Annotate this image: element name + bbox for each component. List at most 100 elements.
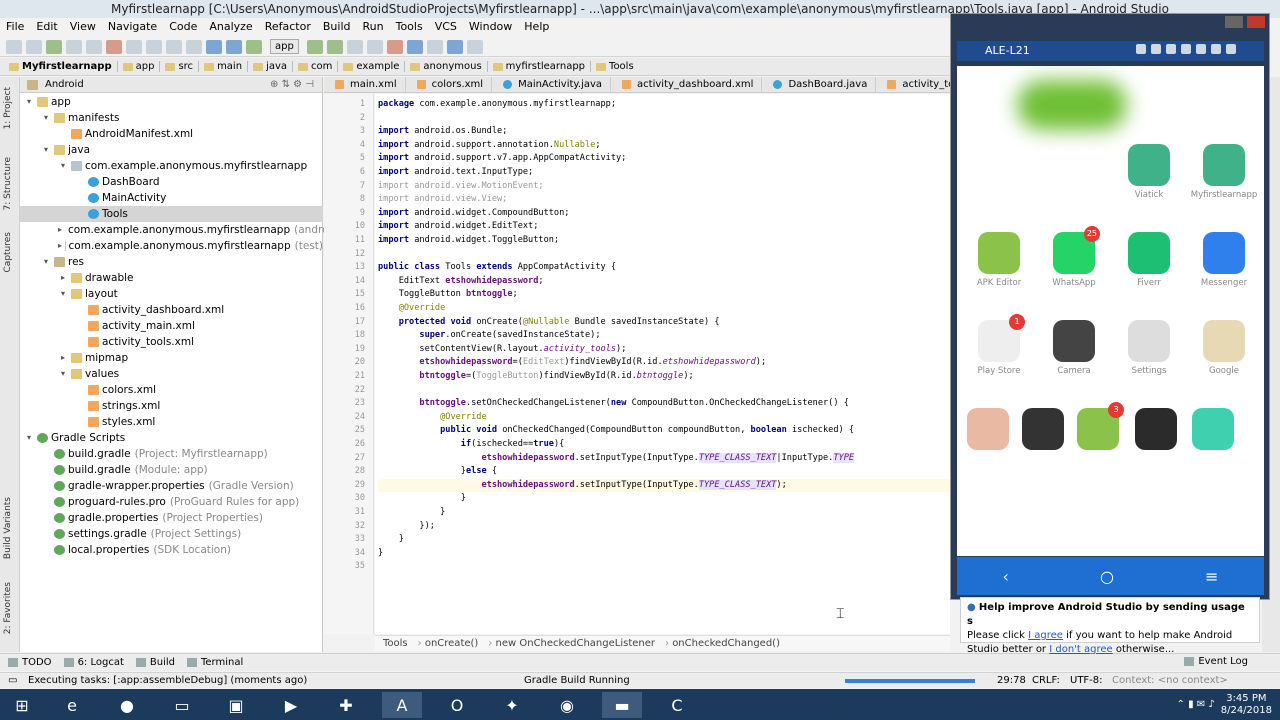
expand-arrow-icon[interactable]: ▾: [41, 142, 51, 158]
editor-tab[interactable]: activity_too: [876, 77, 950, 92]
menu-refactor[interactable]: Refactor: [259, 18, 317, 36]
clock[interactable]: 3:45 PM 8/24/2018: [1221, 693, 1272, 717]
breadcrumb-item[interactable]: src: [159, 61, 198, 72]
breadcrumb-item[interactable]: Myfirstlearnapp: [4, 61, 117, 72]
profile-icon[interactable]: [346, 39, 363, 54]
store-icon[interactable]: ▣: [216, 692, 256, 718]
breadcrumb-item[interactable]: myfirstlearnapp: [486, 61, 590, 72]
camtasia-icon[interactable]: C: [657, 692, 697, 718]
media-icon[interactable]: ▶: [271, 692, 311, 718]
breadcrumb-item[interactable]: app: [116, 61, 160, 72]
app-icon-11[interactable]: [1020, 408, 1066, 454]
code-line[interactable]: package com.example.anonymous.myfirstlea…: [378, 98, 616, 112]
code-editor[interactable]: package com.example.anonymous.myfirstlea…: [375, 94, 950, 634]
tree-node[interactable]: ▾ values: [20, 366, 323, 382]
sync-icon[interactable]: [46, 39, 62, 54]
forward-icon[interactable]: [226, 39, 242, 54]
expand-arrow-icon[interactable]: ▸: [58, 270, 68, 286]
code-line[interactable]: }else {: [378, 465, 497, 479]
volume-down-icon[interactable]: [1181, 44, 1191, 54]
tree-node[interactable]: ▾ Gradle Scripts: [20, 430, 323, 446]
app-camera[interactable]: Camera: [1040, 320, 1108, 376]
tree-node[interactable]: build.gradle (Module: app): [20, 462, 323, 478]
terminal-tab[interactable]: Terminal: [187, 657, 243, 668]
settings-icon[interactable]: [1136, 44, 1146, 54]
code-line[interactable]: ToggleButton btntoggle;: [378, 288, 518, 302]
tree-node[interactable]: ▸ com.example.anonymous.myfirstlearnapp (t…: [20, 238, 323, 254]
phone-screen[interactable]: Viatick Myfirstlearnapp APK Editor 25 WhatsA…: [957, 66, 1264, 556]
find-icon[interactable]: [166, 39, 182, 54]
caret-position[interactable]: 29:78: [997, 673, 1026, 689]
breadcrumb-item[interactable]: anonymous: [404, 61, 486, 72]
tree-node[interactable]: MainActivity: [20, 190, 323, 206]
expand-arrow-icon[interactable]: ▾: [24, 430, 34, 446]
phone-back-icon[interactable]: ‹: [1003, 567, 1009, 586]
tree-node[interactable]: settings.gradle (Project Settings): [20, 526, 323, 542]
menu-file[interactable]: File: [0, 18, 30, 36]
code-line[interactable]: super.onCreate(savedInstanceState);: [378, 329, 600, 343]
code-line[interactable]: }: [378, 506, 445, 520]
breadcrumb-item[interactable]: com: [292, 61, 337, 72]
code-breadcrumb-item[interactable]: new OnCheckedChangeListener: [488, 638, 655, 649]
tool-icon[interactable]: ✦: [492, 692, 532, 718]
code-line[interactable]: import android.os.Bundle;: [378, 125, 507, 139]
event-log-tab[interactable]: Event Log: [1184, 656, 1248, 667]
breadcrumb-item[interactable]: Tools: [590, 61, 639, 72]
app-fiverr[interactable]: Fiverr: [1115, 232, 1183, 288]
power-icon[interactable]: [1226, 44, 1236, 54]
code-line[interactable]: import android.support.v7.app.AppCompatA…: [378, 152, 626, 166]
code-line[interactable]: etshowhidepassword.setInputType(InputTyp…: [378, 478, 950, 493]
app-icon-14[interactable]: [1190, 408, 1236, 454]
structure-tab[interactable]: 7: Structure: [3, 157, 13, 211]
replace-icon[interactable]: [186, 39, 202, 54]
minimize-icon[interactable]: [1225, 16, 1243, 28]
project-view-select[interactable]: Android: [45, 79, 84, 90]
menu-window[interactable]: Window: [463, 18, 518, 36]
expand-arrow-icon[interactable]: ▸: [58, 350, 68, 366]
menu-tools[interactable]: Tools: [390, 18, 429, 36]
expand-arrow-icon[interactable]: ▸: [58, 222, 62, 238]
menu-view[interactable]: View: [64, 18, 102, 36]
tree-node[interactable]: ▸ drawable: [20, 270, 323, 286]
app-icon[interactable]: ✚: [326, 692, 366, 718]
back-icon[interactable]: [206, 39, 222, 54]
project-tab[interactable]: 1: Project: [3, 87, 13, 129]
app-icon-10[interactable]: [965, 408, 1011, 454]
cut-icon[interactable]: [106, 39, 122, 54]
run-config-select[interactable]: app: [270, 39, 299, 54]
sdk-manager-icon[interactable]: [446, 39, 463, 54]
status-icon[interactable]: ▭: [8, 673, 17, 689]
help-icon[interactable]: [466, 39, 483, 54]
code-line[interactable]: @Override: [378, 411, 487, 425]
code-line[interactable]: etshowhidepassword=(EditText)findViewByI…: [378, 356, 766, 370]
line-separator[interactable]: CRLF:: [1032, 673, 1060, 689]
start-icon[interactable]: ⊞: [2, 692, 42, 718]
code-line[interactable]: btntoggle.setOnCheckedChangeListener(new…: [378, 397, 848, 411]
tree-node[interactable]: local.properties (SDK Location): [20, 542, 323, 558]
phone-menu-icon[interactable]: ≡: [1205, 567, 1218, 586]
phone-home-icon[interactable]: ○: [1100, 567, 1114, 586]
expand-arrow-icon[interactable]: ▾: [41, 110, 51, 126]
app-viatick[interactable]: Viatick: [1115, 144, 1183, 200]
agree-link[interactable]: I agree: [1028, 630, 1063, 641]
tree-node[interactable]: Tools: [20, 206, 323, 222]
tree-node[interactable]: activity_tools.xml: [20, 334, 323, 350]
app-icon-13[interactable]: [1133, 408, 1179, 454]
expand-arrow-icon[interactable]: ▾: [58, 158, 68, 174]
menu-edit[interactable]: Edit: [30, 18, 63, 36]
open-icon[interactable]: [6, 39, 22, 54]
stop-icon[interactable]: [386, 39, 403, 54]
ie-icon[interactable]: e: [52, 692, 92, 718]
code-line[interactable]: btntoggle=(ToggleButton)findViewById(R.i…: [378, 370, 693, 384]
app-whatsapp[interactable]: 25 WhatsApp: [1040, 226, 1108, 288]
code-line[interactable]: if(ischecked==true){: [378, 438, 565, 452]
tree-node[interactable]: build.gradle (Project: Myfirstlearnapp): [20, 446, 323, 462]
code-line[interactable]: import android.text.InputType;: [378, 166, 533, 180]
menu-help[interactable]: Help: [518, 18, 555, 36]
chrome-icon[interactable]: ◉: [547, 692, 587, 718]
code-line[interactable]: public class Tools extends AppCompatActi…: [378, 261, 616, 275]
code-line[interactable]: @Override: [378, 302, 446, 316]
code-line[interactable]: import android.widget.ToggleButton;: [378, 234, 559, 248]
app-play-store[interactable]: 1 Play Store: [965, 314, 1033, 376]
tray-icons[interactable]: ⌃ ▮ ✉ ♪: [1177, 699, 1215, 710]
